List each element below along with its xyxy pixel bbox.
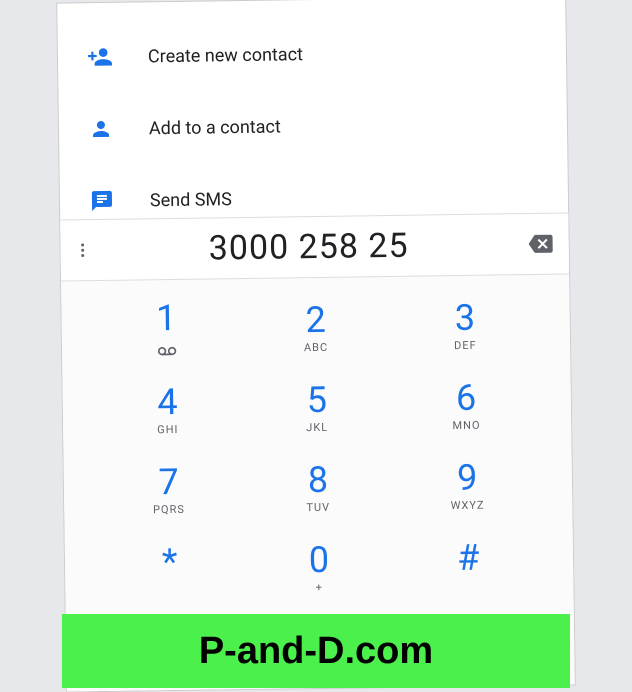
contact-actions: Create new contact Add to a contact Send…: [57, 0, 568, 238]
send-sms-label: Send SMS: [150, 189, 232, 211]
dialed-number: 3000 258 25: [104, 224, 513, 270]
key-6[interactable]: 6MNO: [391, 365, 541, 447]
voicemail-icon: [157, 341, 177, 360]
create-contact-row[interactable]: Create new contact: [57, 14, 566, 93]
key-8[interactable]: 8TUV: [243, 447, 393, 529]
key-star[interactable]: *: [95, 529, 245, 611]
person-icon: [87, 115, 115, 143]
key-3[interactable]: 3DEF: [390, 285, 540, 367]
dialpad-grid: 1 2ABC 3DEF 4GHI 5JKL 6MNO 7PQRS 8TUV 9W…: [61, 274, 574, 611]
key-2[interactable]: 2ABC: [241, 287, 391, 369]
add-person-icon: [86, 43, 114, 71]
backspace-button[interactable]: [512, 231, 568, 256]
watermark-banner: P-and-D.com: [62, 614, 570, 688]
add-to-contact-label: Add to a contact: [149, 116, 281, 139]
more-options-button[interactable]: [61, 241, 105, 260]
watermark-text: P-and-D.com: [199, 630, 433, 673]
dialer-screen: Create new contact Add to a contact Send…: [57, 0, 575, 692]
add-to-contact-row[interactable]: Add to a contact: [58, 86, 567, 165]
key-7[interactable]: 7PQRS: [93, 449, 243, 531]
sms-icon: [88, 187, 116, 215]
key-4[interactable]: 4GHI: [92, 369, 242, 451]
key-hash[interactable]: #: [393, 525, 543, 607]
key-9[interactable]: 9WXYZ: [392, 445, 542, 527]
create-contact-label: Create new contact: [148, 44, 303, 67]
key-5[interactable]: 5JKL: [242, 367, 392, 449]
key-1[interactable]: 1: [91, 289, 241, 371]
key-0[interactable]: 0+: [244, 527, 394, 609]
number-bar: 3000 258 25: [60, 212, 569, 281]
